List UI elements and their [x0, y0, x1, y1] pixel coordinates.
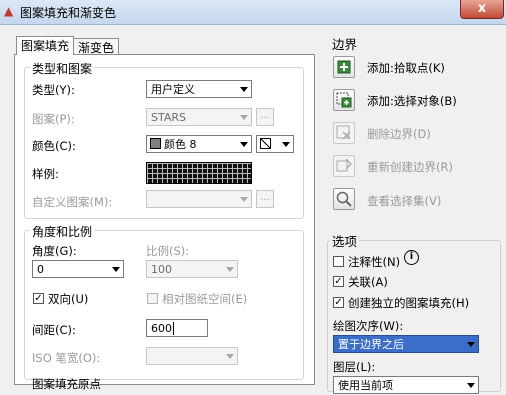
color-select[interactable]: 颜色 8 [146, 135, 252, 153]
layer-label: 图层(L): [333, 360, 376, 374]
type-label: 类型(Y): [32, 83, 75, 97]
hatch-origin-label: 图案填充原点 [32, 377, 101, 391]
angle-label: 角度(G): [32, 244, 77, 258]
chevron-down-icon [112, 267, 120, 272]
angle-select[interactable]: 0 [32, 260, 124, 278]
options-legend: 选项 [330, 231, 360, 250]
spacing-input[interactable]: 600 [146, 319, 208, 337]
pattern-browse-button[interactable]: ... [256, 108, 274, 126]
chevron-down-icon [240, 197, 248, 202]
close-button[interactable]: x [460, 0, 504, 19]
pick-points-icon [337, 60, 351, 74]
double-checkbox[interactable]: ✓ [33, 293, 44, 304]
bg-color-select[interactable] [256, 135, 294, 153]
angle-value: 0 [37, 263, 44, 276]
recreate-boundary-label[interactable]: 重新创建边界(R) [367, 159, 453, 175]
pattern-value: STARS [151, 111, 186, 124]
chevron-down-icon [226, 267, 234, 272]
custom-browse-button[interactable]: ... [256, 190, 274, 208]
scale-label: 比例(S): [146, 244, 190, 258]
remove-boundaries-label[interactable]: 删除边界(D) [367, 126, 431, 142]
no-fill-icon [260, 138, 271, 149]
scale-value: 100 [151, 263, 172, 276]
associative-label: 关联(A) [348, 275, 388, 289]
add-pick-points-label[interactable]: 添加:拾取点(K) [367, 60, 445, 76]
pattern-select[interactable]: STARS [146, 108, 252, 126]
draw-order-value: 置于边界之后 [338, 338, 404, 351]
recreate-boundary-icon [336, 158, 352, 172]
add-select-objects-label[interactable]: 添加:选择对象(B) [367, 93, 457, 109]
associative-checkbox[interactable]: ✓ [333, 276, 344, 287]
type-select[interactable]: 用户定义 [146, 80, 252, 98]
draw-order-select[interactable]: 置于边界之后 [333, 335, 479, 353]
chevron-down-icon [282, 142, 290, 147]
boundaries-legend: 边界 [332, 37, 358, 52]
annotative-checkbox[interactable] [333, 256, 344, 267]
add-select-objects-button[interactable] [333, 89, 355, 111]
separate-hatches-checkbox[interactable]: ✓ [333, 297, 344, 308]
chevron-down-icon [226, 354, 234, 359]
custom-pattern-select[interactable] [146, 190, 252, 208]
pattern-label: 图案(P): [32, 112, 75, 126]
view-selections-label[interactable]: 查看选择集(V) [367, 193, 441, 209]
chevron-down-icon [467, 383, 475, 388]
magnifier-icon [336, 191, 352, 207]
chevron-down-icon [240, 142, 248, 147]
scale-select[interactable]: 100 [146, 260, 238, 278]
custom-pattern-label: 自定义图案(M): [32, 195, 113, 209]
separate-hatches-label: 创建独立的图案填充(H) [348, 296, 470, 310]
remove-boundary-icon [336, 125, 351, 140]
layer-select[interactable]: 使用当前项 [333, 376, 479, 394]
iso-pen-label: ISO 笔宽(O): [32, 351, 101, 365]
remove-boundaries-button[interactable] [333, 122, 355, 144]
view-selections-button[interactable] [333, 188, 355, 210]
chevron-down-icon [240, 115, 248, 120]
type-pattern-legend: 类型和图案 [30, 60, 95, 77]
chevron-down-icon [467, 342, 475, 347]
swatch-label: 样例: [32, 167, 59, 181]
angle-scale-legend: 角度和比例 [30, 223, 95, 240]
text-cursor [173, 322, 174, 335]
chevron-down-icon [240, 87, 248, 92]
spacing-value: 600 [151, 322, 172, 335]
double-label: 双向(U) [48, 292, 89, 306]
window-title: 图案填充和渐变色 [20, 6, 117, 20]
app-icon: ▲ [4, 4, 14, 18]
recreate-boundary-button[interactable] [333, 155, 355, 177]
info-icon[interactable]: i [404, 250, 419, 265]
relative-paper-label: 相对图纸空间(E) [162, 292, 248, 306]
color-value: 颜色 8 [164, 138, 197, 151]
color-label: 颜色(C): [32, 139, 76, 153]
annotative-label: 注释性(N) [348, 255, 401, 269]
iso-pen-select[interactable] [146, 347, 238, 365]
pattern-swatch[interactable] [146, 162, 252, 184]
add-pick-points-button[interactable] [333, 56, 355, 78]
spacing-label: 间距(C): [32, 323, 76, 337]
tab-hatch[interactable]: 图案填充 [16, 36, 74, 55]
relative-paper-checkbox[interactable] [147, 293, 158, 304]
type-value: 用户定义 [151, 83, 195, 96]
layer-value: 使用当前项 [338, 379, 393, 392]
color-swatch [150, 138, 161, 149]
draw-order-label: 绘图次序(W): [333, 319, 404, 333]
select-objects-icon [336, 92, 352, 108]
